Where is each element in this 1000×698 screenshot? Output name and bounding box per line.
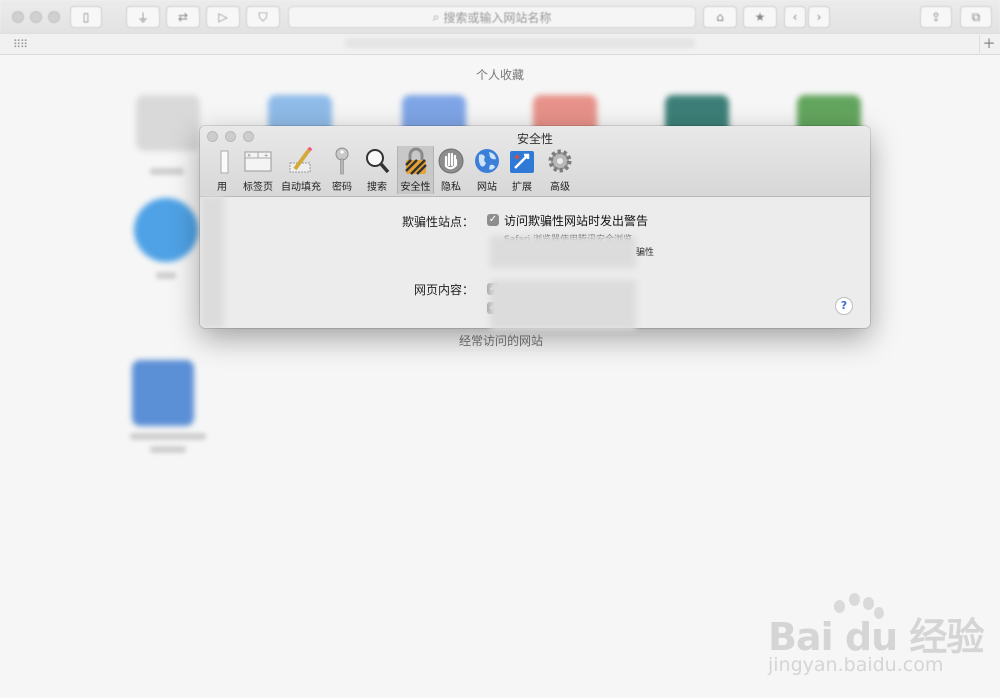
fraud-sites-label: 欺骗性站点： — [401, 215, 474, 229]
tab-label: 网站 — [477, 182, 497, 193]
tile-label-blurred — [150, 168, 184, 175]
favorite-tile[interactable] — [136, 95, 200, 151]
tab-label: 隐私 — [441, 182, 461, 193]
share-icon: ⇪ — [930, 10, 942, 24]
preferences-title: 安全性 — [516, 132, 553, 146]
sidebar-button[interactable]: ▯ — [70, 6, 102, 28]
window-zoom-button[interactable] — [48, 11, 60, 23]
watermark-url: jingyan.baidu.com — [768, 654, 944, 676]
description-blurred — [490, 236, 636, 268]
tab-label: 标签页 — [243, 182, 273, 193]
help-button[interactable]: ? — [835, 297, 853, 315]
chevron-right-icon: › — [816, 10, 822, 24]
gear-icon — [545, 146, 575, 176]
funnel-icon: ⏚ — [136, 10, 149, 25]
sidebar-icon: ▯ — [82, 10, 90, 24]
new-tab-button[interactable]: + — [979, 35, 998, 53]
tabs-overview-button[interactable]: ⧉ — [960, 6, 992, 28]
play-icon: ▷ — [218, 10, 228, 24]
star-icon: ★ — [754, 10, 766, 24]
autofill-pencil-icon — [286, 146, 316, 176]
favorites-section-title: 个人收藏 — [476, 68, 525, 82]
home-icon: ⌂ — [716, 10, 724, 24]
fraud-description-line: 骗性 — [636, 248, 655, 258]
lock-icon — [401, 146, 431, 176]
forward-button[interactable]: › — [808, 6, 830, 28]
tile-label-blurred — [150, 446, 186, 453]
reader-button[interactable]: ▷ — [206, 6, 240, 28]
question-icon: ? — [840, 299, 848, 312]
sidebar-blurred — [200, 196, 224, 328]
plus-icon: + — [982, 34, 996, 52]
window-close-button[interactable] — [12, 11, 24, 23]
address-bar[interactable]: ⌕ 搜索或输入网站名称 — [288, 6, 696, 28]
tile-label-blurred — [130, 433, 206, 440]
search-icon: ⌕ — [432, 9, 440, 24]
globe-icon — [472, 146, 502, 176]
tab-label: 自动填充 — [281, 182, 321, 193]
magnifier-icon — [362, 146, 392, 176]
filter-button[interactable]: ⏚ — [126, 6, 160, 28]
tab-general[interactable]: 用 — [208, 146, 236, 194]
grid-icon[interactable]: ⠿⠿ — [13, 38, 28, 51]
web-content-label: 网页内容： — [413, 283, 474, 297]
chevron-left-icon: ‹ — [792, 10, 798, 24]
hand-icon — [436, 146, 466, 176]
fraud-warning-checkbox[interactable]: ✓ — [487, 214, 499, 226]
tab-label: 安全性 — [400, 182, 431, 193]
shield-icon: ⛉ — [258, 9, 268, 24]
puzzle-icon — [507, 146, 537, 176]
share-button[interactable]: ⇪ — [920, 6, 952, 28]
tab-search[interactable]: 搜索 — [362, 146, 392, 194]
translate-icon: ⇄ — [177, 10, 189, 24]
tab-label: 搜索 — [367, 182, 387, 193]
shield-button[interactable]: ⛉ — [246, 6, 280, 28]
tab-advanced[interactable]: 高级 — [542, 146, 578, 194]
favorite-tile[interactable] — [134, 198, 198, 262]
web-content-blurred — [490, 280, 636, 330]
tab-tabs[interactable]: × + 标签页 — [240, 146, 276, 194]
tab-extensions[interactable]: 扩展 — [507, 146, 537, 194]
address-placeholder: 搜索或输入网站名称 — [443, 10, 552, 25]
tab-label: 扩展 — [512, 182, 532, 193]
svg-text:+: + — [264, 153, 268, 159]
tab-autofill[interactable]: 自动填充 — [280, 146, 322, 194]
tab-label: 高级 — [550, 182, 570, 193]
tile-label-blurred — [156, 272, 176, 279]
home-button[interactable]: ⌂ — [703, 6, 737, 28]
favorites-bar-blurred — [345, 38, 695, 48]
bookmark-button[interactable]: ★ — [743, 6, 777, 28]
general-icon — [207, 146, 237, 176]
tab-passwords[interactable]: 密码 — [328, 146, 356, 194]
tab-security[interactable]: 安全性 — [397, 146, 434, 194]
frequent-site-tile[interactable] — [132, 360, 194, 426]
tab-label: 密码 — [332, 182, 352, 193]
watermark-brand: Bai du 经验 — [768, 615, 984, 659]
frequent-section-title: 经常访问的网站 — [459, 334, 544, 348]
preferences-toolbar: 安全性 用 × + 标签页 自动填充 密码 搜索 安全性 隐私 网站 扩展 高级 — [200, 126, 870, 197]
svg-text:×: × — [247, 153, 251, 159]
tab-websites[interactable]: 网站 — [472, 146, 502, 194]
tabs-overview-icon: ⧉ — [971, 9, 981, 24]
browser-toolbar: ▯ ⏚ ⇄ ▷ ⛉ ⌕ 搜索或输入网站名称 ⌂ ★ ‹ › ⇪ ⧉ — [0, 0, 1000, 35]
window-minimize-button[interactable] — [30, 11, 42, 23]
tabs-icon: × + — [243, 146, 273, 176]
back-button[interactable]: ‹ — [784, 6, 806, 28]
tab-privacy[interactable]: 隐私 — [436, 146, 466, 194]
fraud-warning-option: 访问欺骗性网站时发出警告 — [504, 214, 649, 228]
paw-icon — [849, 593, 860, 606]
key-icon — [327, 146, 357, 176]
tab-label: 用 — [217, 182, 227, 193]
translate-button[interactable]: ⇄ — [166, 6, 200, 28]
